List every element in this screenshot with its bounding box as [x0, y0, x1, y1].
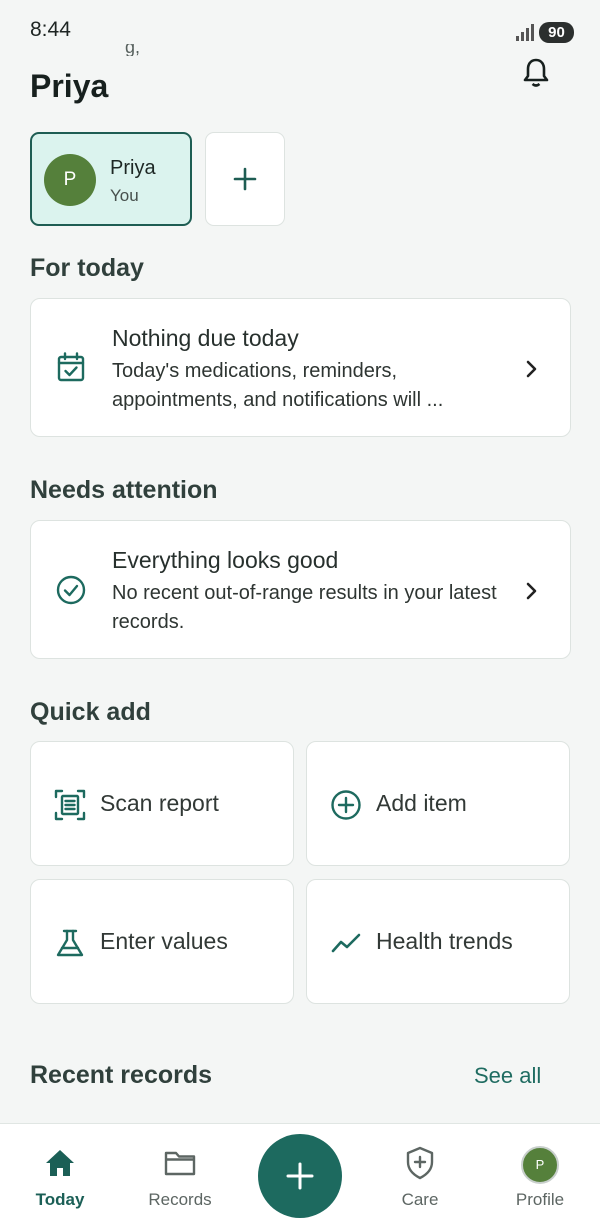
scan-report-button[interactable]: Scan report — [30, 741, 294, 866]
quick-add-label: Health trends — [376, 928, 513, 954]
flask-icon — [56, 929, 84, 957]
add-item-button[interactable]: Add item — [306, 741, 570, 866]
folder-icon — [164, 1151, 196, 1176]
see-all-link[interactable]: See all — [474, 1063, 541, 1089]
nav-label: Today — [35, 1190, 85, 1209]
trend-line-icon — [331, 933, 361, 953]
section-title-needs-attention: Needs attention — [30, 476, 218, 504]
profile-name: Priya — [110, 157, 156, 179]
nav-item-records[interactable]: Records — [120, 1124, 240, 1223]
nav-item-today[interactable]: Today — [0, 1124, 120, 1223]
nav-label: Care — [401, 1190, 439, 1209]
card-body: No recent out-of-range results in your l… — [112, 582, 497, 633]
add-fab-button[interactable] — [258, 1134, 342, 1218]
quick-add-label: Enter values — [100, 928, 228, 954]
nav-label: Profile — [515, 1190, 565, 1209]
nav-label: Records — [148, 1190, 212, 1209]
enter-values-button[interactable]: Enter values — [30, 879, 294, 1004]
add-profile-button[interactable] — [205, 132, 285, 226]
status-bar: 8:44 90 — [0, 0, 600, 56]
section-title-for-today: For today — [30, 254, 144, 282]
plus-icon — [286, 1162, 314, 1190]
nav-item-profile[interactable]: P Profile — [480, 1124, 600, 1223]
card-title: Everything looks good — [112, 547, 339, 573]
nav-item-care[interactable]: Care — [360, 1124, 480, 1223]
chevron-right-icon — [526, 582, 537, 600]
avatar: P — [521, 1146, 559, 1184]
page-title: Priya — [30, 68, 109, 104]
calendar-check-icon — [57, 352, 85, 382]
health-trends-button[interactable]: Health trends — [306, 879, 570, 1004]
needs-attention-card[interactable]: Everything looks good No recent out-of-r… — [30, 520, 571, 659]
section-title-recent-records: Recent records — [30, 1061, 213, 1089]
profile-subtitle: You — [110, 186, 139, 205]
card-body: Today's medications, reminders, appointm… — [112, 360, 444, 411]
signal-icon — [516, 24, 534, 41]
plus-icon — [233, 167, 257, 191]
battery-indicator: 90 — [539, 22, 574, 43]
for-today-card[interactable]: Nothing due today Today's medications, r… — [30, 298, 571, 437]
plus-circle-icon — [331, 790, 361, 820]
quick-add-label: Add item — [376, 790, 467, 816]
shield-plus-icon — [406, 1146, 434, 1180]
status-time: 8:44 — [30, 18, 71, 41]
quick-add-label: Scan report — [100, 790, 219, 816]
section-title-quick-add: Quick add — [30, 698, 151, 726]
bell-icon[interactable] — [521, 56, 551, 88]
profile-chip-priya[interactable]: P Priya You — [30, 132, 192, 226]
greeting-fragment: g, — [125, 44, 141, 56]
check-circle-icon — [56, 575, 86, 605]
chevron-right-icon — [526, 360, 537, 378]
card-title: Nothing due today — [112, 325, 299, 351]
home-icon — [46, 1150, 74, 1176]
avatar: P — [44, 154, 96, 206]
scan-document-icon — [54, 789, 86, 821]
